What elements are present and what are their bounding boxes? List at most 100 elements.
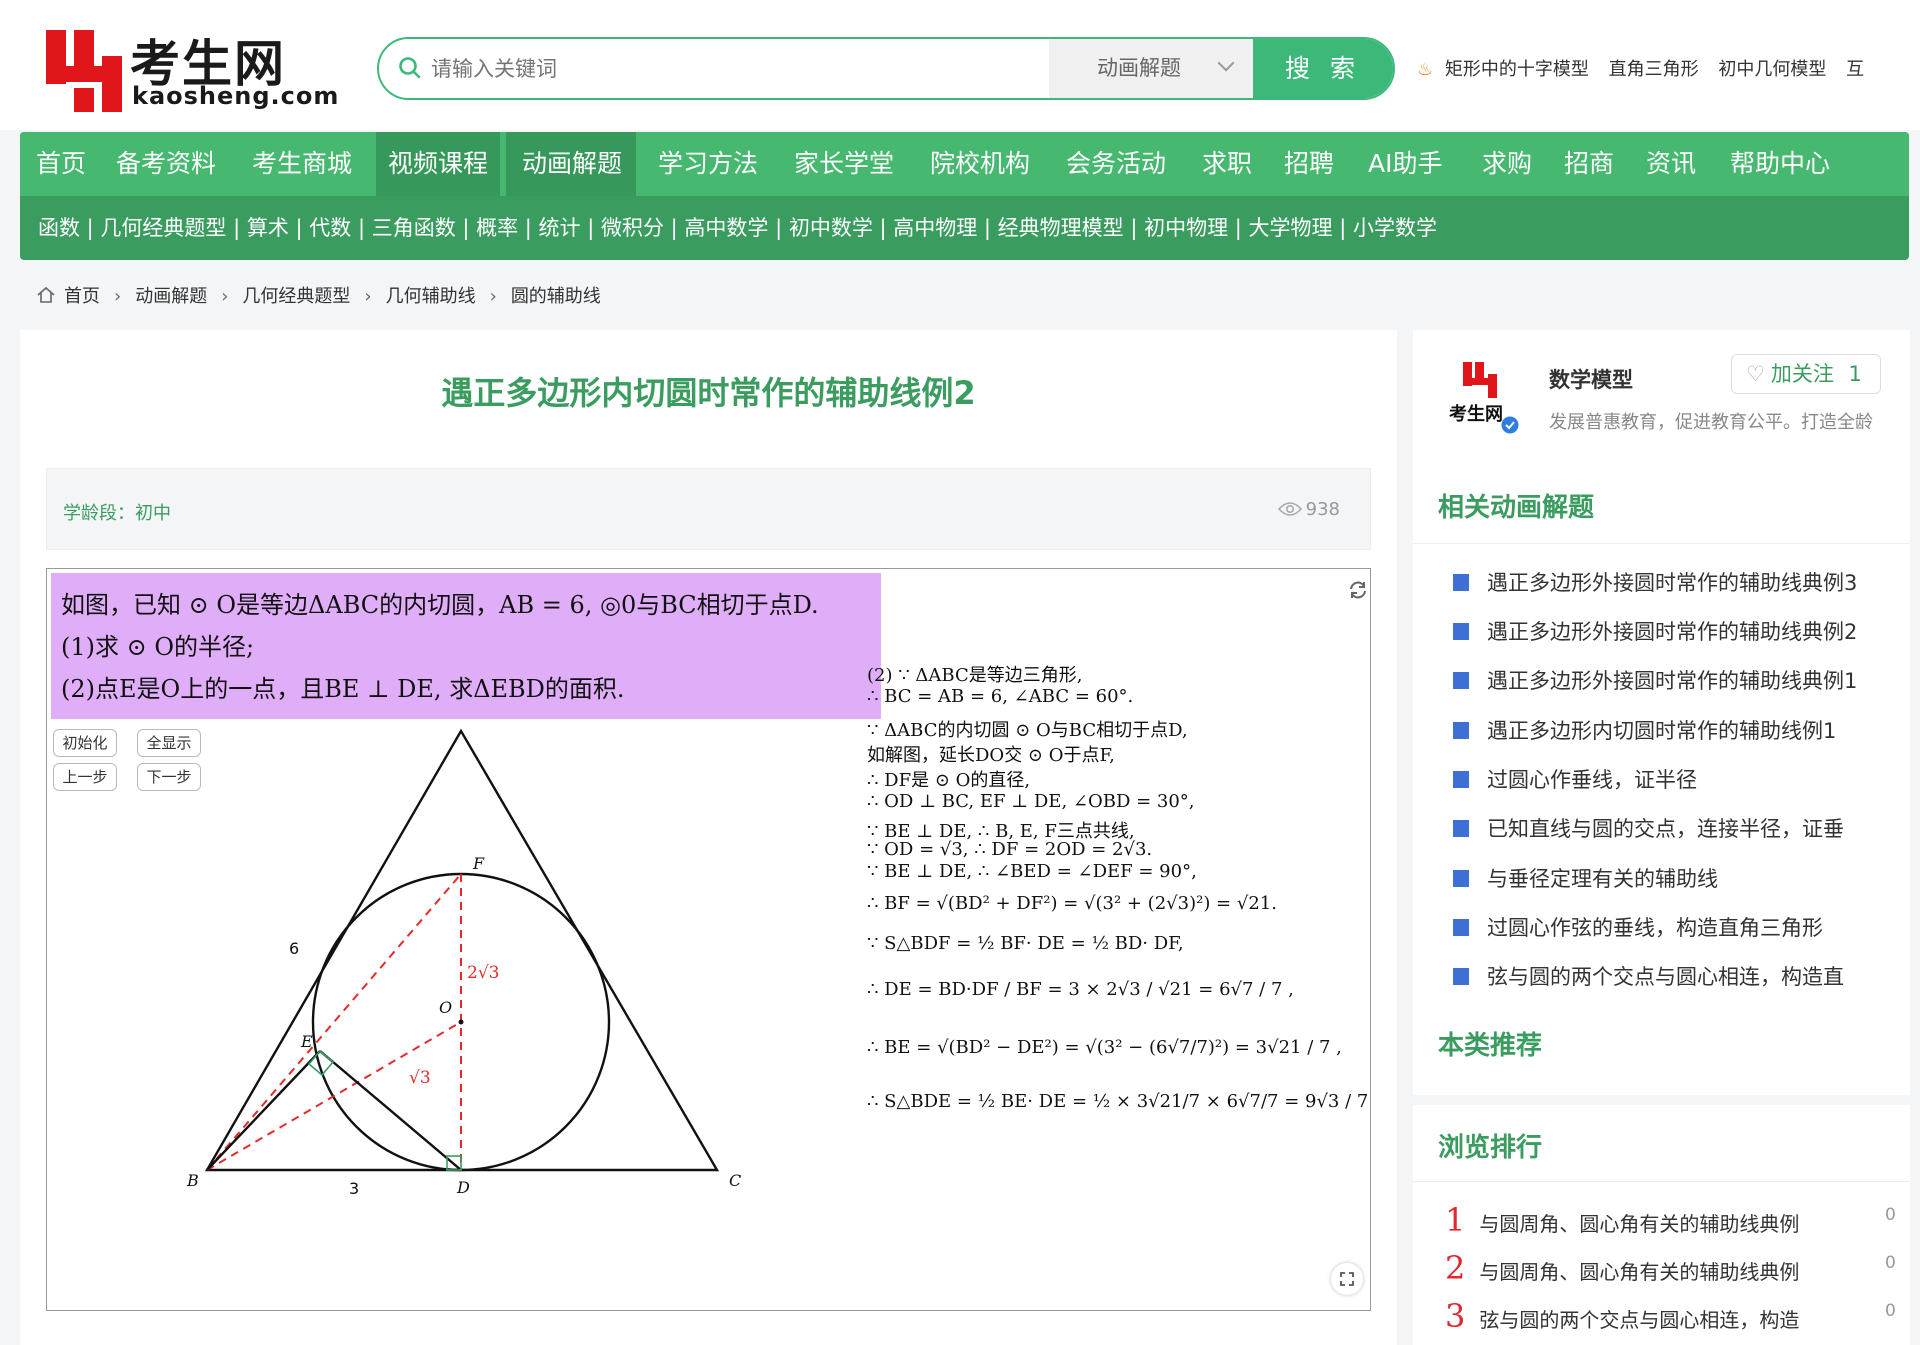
ranking-card: 浏览排行 1 与圆周角、圆心角有关的辅助线典例 0 2 与圆周角、圆心角有关的辅助线典…	[1413, 1105, 1910, 1345]
related-item[interactable]: 遇正多边形内切圆时常作的辅助线例1	[1453, 715, 1836, 745]
hot-keyword[interactable]: 直角三角形	[1609, 59, 1699, 80]
related-item[interactable]: 已知直线与圆的交点，连接半径，证垂	[1453, 813, 1844, 843]
rank-title: 与圆周角、圆心角有关的辅助线典例	[1479, 1212, 1800, 1236]
related-item[interactable]: 弦与圆的两个交点与圆心相连，构造直	[1453, 961, 1844, 991]
solution-line: ∴ BE = √(BD² − DE²) = √(3² − (6√7/7)²) =…	[867, 1037, 1342, 1058]
nav-item-materials[interactable]: 备考资料	[116, 132, 216, 196]
author-name[interactable]: 数学模型	[1549, 364, 1633, 394]
logo-text-en: kaosheng.com	[132, 82, 340, 110]
label-f: F	[472, 854, 485, 873]
related-item[interactable]: 与垂径定理有关的辅助线	[1453, 863, 1718, 893]
bookmark-icon	[1453, 623, 1469, 640]
ranking-heading: 浏览排行	[1438, 1133, 1543, 1163]
refresh-icon[interactable]	[1347, 579, 1369, 601]
rank-count: 0	[1885, 1301, 1896, 1321]
search-category-select[interactable]: 动画解题	[1049, 39, 1254, 98]
chevron-right-icon: ›	[489, 286, 497, 307]
bookmark-icon	[1453, 574, 1469, 591]
main-navigation: 首页 备考资料 考生商城 视频课程 动画解题 学习方法 家长学堂 院校机构 会务…	[20, 132, 1909, 260]
ranking-item[interactable]: 3 弦与圆的两个交点与圆心相连，构造 0	[1445, 1297, 1896, 1335]
follow-button[interactable]: ♡ 加关注 1	[1731, 354, 1881, 394]
verified-icon	[1501, 416, 1519, 434]
sidebar: 考生网 数学模型 发展普惠教育，促进教育公平。打造全龄 ♡ 加关注 1 相关动画解…	[1413, 330, 1910, 1345]
nav-item-store[interactable]: 考生商城	[252, 132, 352, 196]
breadcrumb-animation[interactable]: 动画解题	[135, 286, 207, 307]
geometry-figure: F O E B D C 6 3 2√3 √3	[186, 728, 741, 1198]
home-icon	[37, 286, 55, 303]
bookmark-icon	[1453, 870, 1469, 887]
related-item-label: 遇正多边形外接圆时常作的辅助线典例1	[1487, 669, 1858, 693]
follow-label: 加关注	[1770, 362, 1834, 386]
nav-item-ai[interactable]: AI助手	[1368, 132, 1442, 196]
nav-item-events[interactable]: 会务活动	[1066, 132, 1166, 196]
bookmark-icon	[1453, 722, 1469, 739]
animation-canvas[interactable]: 如图，已知 ⊙ O是等边ΔABC的内切圆，AB = 6, ◎0与BC相切于点D.…	[46, 568, 1371, 1311]
label-df-length: 2√3	[467, 963, 499, 983]
nav-item-home[interactable]: 首页	[36, 132, 86, 196]
nav-item-buy[interactable]: 求购	[1482, 132, 1532, 196]
related-item[interactable]: 遇正多边形外接圆时常作的辅助线典例2	[1453, 616, 1857, 646]
related-item-label: 遇正多边形内切圆时常作的辅助线例1	[1487, 719, 1837, 743]
header: 考生网 kaosheng.com 动画解题 搜 索 ♨ 矩形中的十字模型 直角三…	[0, 0, 1920, 130]
search-bar: 动画解题 搜 索	[377, 37, 1395, 100]
rank-title: 弦与圆的两个交点与圆心相连，构造	[1479, 1308, 1800, 1332]
author-description: 发展普惠教育，促进教育公平。打造全龄	[1549, 412, 1873, 433]
nav-secondary[interactable]: 函数 | 几何经典题型 | 算术 | 代数 | 三角函数 | 概率 | 统计 |…	[38, 196, 1437, 260]
chevron-right-icon: ›	[114, 286, 122, 307]
segment-be	[206, 1050, 321, 1171]
solution-line: ∵ BE ⊥ DE, ∴ ∠BED = ∠DEF = 90°,	[867, 861, 1197, 882]
rank-count: 0	[1885, 1205, 1896, 1225]
segment-bf	[206, 873, 462, 1171]
view-count-value: 938	[1305, 499, 1340, 520]
nav-item-methods[interactable]: 学习方法	[658, 132, 758, 196]
nav-item-help[interactable]: 帮助中心	[1730, 132, 1830, 196]
rank-number: 3	[1445, 1297, 1466, 1335]
segment-bo	[206, 1021, 462, 1171]
article-title: 遇正多边形内切圆时常作的辅助线例2	[441, 374, 976, 412]
nav-item-invest[interactable]: 招商	[1564, 132, 1614, 196]
related-item-label: 与垂径定理有关的辅助线	[1487, 867, 1718, 891]
solution-line: (2) ∵ ΔABC是等边三角形,	[867, 665, 1083, 686]
nav-item-parents[interactable]: 家长学堂	[794, 132, 894, 196]
article-meta: 学龄段：初中 938	[46, 468, 1371, 550]
breadcrumb-circle-aux[interactable]: 圆的辅助线	[511, 286, 601, 307]
solution-line: ∵ ΔABC的内切圆 ⊙ O与BC相切于点D,	[867, 720, 1188, 741]
site-logo[interactable]: 考生网 kaosheng.com	[46, 30, 338, 116]
nav-item-hiring[interactable]: 招聘	[1284, 132, 1334, 196]
article-panel: 遇正多边形内切圆时常作的辅助线例2 学龄段：初中 938 如图，已知 ⊙ O是等…	[20, 330, 1397, 1345]
rank-number: 1	[1445, 1201, 1466, 1239]
solution-line: ∴ S△BDE = ½ BE· DE = ½ × 3√21/7 × 6√7/7 …	[867, 1091, 1371, 1112]
search-button[interactable]: 搜 索	[1253, 39, 1393, 98]
solution-line: ∵ OD = √3, ∴ DF = 2OD = 2√3.	[867, 839, 1153, 860]
chevron-right-icon: ›	[221, 286, 229, 307]
hot-keyword[interactable]: 互	[1846, 59, 1864, 80]
divider	[1413, 543, 1910, 544]
nav-item-schools[interactable]: 院校机构	[930, 132, 1030, 196]
breadcrumb: 首页 › 动画解题 › 几何经典题型 › 几何辅助线 › 圆的辅助线	[36, 282, 611, 308]
related-item[interactable]: 过圆心作垂线，证半径	[1453, 764, 1697, 794]
logo-mark-icon	[1463, 362, 1497, 398]
author-avatar[interactable]: 考生网	[1449, 362, 1519, 434]
related-item[interactable]: 遇正多边形外接圆时常作的辅助线典例1	[1453, 665, 1857, 695]
label-od-length: √3	[409, 1068, 431, 1088]
nav-item-job-seek[interactable]: 求职	[1202, 132, 1252, 196]
hot-keyword[interactable]: 初中几何模型	[1718, 59, 1826, 80]
breadcrumb-geometry[interactable]: 几何经典题型	[242, 286, 350, 307]
nav-item-video-courses[interactable]: 视频课程	[376, 132, 501, 196]
hot-keyword[interactable]: 矩形中的十字模型	[1445, 59, 1589, 80]
nav-item-news[interactable]: 资讯	[1646, 132, 1696, 196]
label-o: O	[439, 998, 452, 1017]
solution-line: ∴ BF = √(BD² + DF²) = √(3² + (2√3)²) = √…	[867, 893, 1277, 914]
related-item[interactable]: 遇正多边形外接圆时常作的辅助线典例3	[1453, 567, 1857, 597]
breadcrumb-home[interactable]: 首页	[64, 286, 100, 307]
ranking-item[interactable]: 1 与圆周角、圆心角有关的辅助线典例 0	[1445, 1201, 1896, 1239]
breadcrumb-aux-lines[interactable]: 几何辅助线	[386, 286, 476, 307]
fullscreen-button[interactable]	[1331, 1263, 1363, 1295]
related-item-label: 已知直线与圆的交点，连接半径，证垂	[1487, 817, 1844, 841]
related-item[interactable]: 过圆心作弦的垂线，构造直角三角形	[1453, 912, 1823, 942]
ranking-item[interactable]: 2 与圆周角、圆心角有关的辅助线典例 0	[1445, 1249, 1896, 1287]
related-item-label: 过圆心作弦的垂线，构造直角三角形	[1487, 916, 1823, 940]
bookmark-icon	[1453, 771, 1469, 788]
bookmark-icon	[1453, 968, 1469, 985]
nav-item-animation[interactable]: 动画解题	[506, 132, 636, 196]
